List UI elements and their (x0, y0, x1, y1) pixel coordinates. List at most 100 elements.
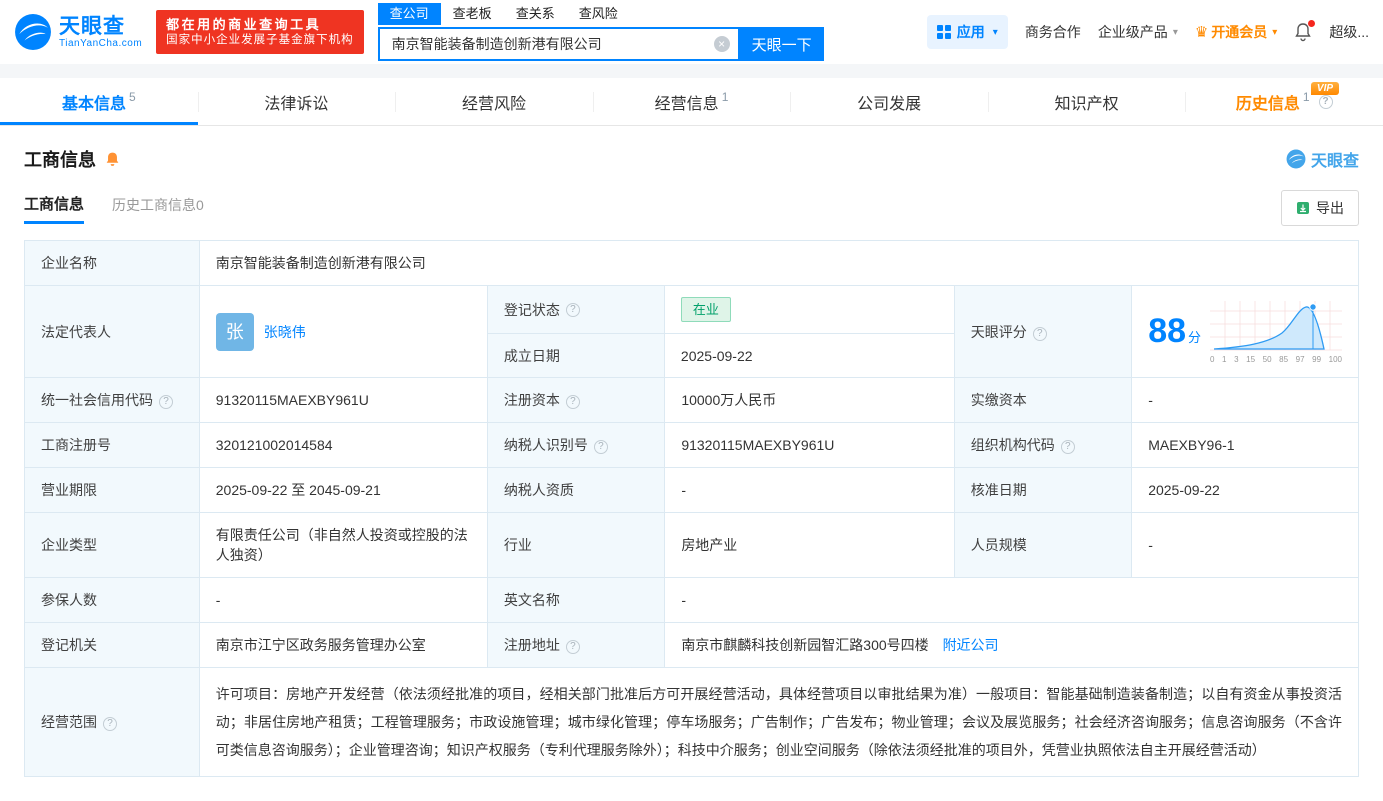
section-title: 工商信息 (24, 150, 96, 170)
label-staff-size: 人员规模 (953, 512, 1133, 578)
apps-label: 应用 (956, 24, 985, 40)
tab-search-boss[interactable]: 查老板 (441, 3, 504, 25)
label-approval-date: 核准日期 (953, 467, 1133, 513)
chevron-down-icon: ▾ (1172, 26, 1178, 38)
table-row: 企业名称 南京智能装备制造创新港有限公司 (24, 240, 1360, 286)
brand-watermark: 天眼查 (1286, 147, 1359, 171)
score-chart-ticks: 0 1 3 15 50 85 97 99 100 (1210, 354, 1342, 364)
slogan-badge: 都在用的商业查询工具 国家中小企业发展子基金旗下机构 (156, 10, 364, 54)
subtab-history-business-info[interactable]: 历史工商信息0 (112, 195, 204, 222)
tab-search-relation[interactable]: 查关系 (504, 3, 567, 25)
label-registration-authority: 登记机关 (24, 622, 200, 668)
table-row: 企业类型 有限责任公司（非自然人投资或控股的法人独资） 行业 房地产业 人员规模… (24, 512, 1359, 578)
search-area: 查公司 查老板 查关系 查风险 × 天眼一下 (377, 3, 824, 61)
help-icon (1032, 326, 1047, 341)
export-icon (1297, 202, 1309, 214)
tab-basic-info[interactable]: 基本信息 5 (0, 78, 198, 125)
tab-search-risk[interactable]: 查风险 (567, 3, 630, 25)
logo-subtitle: TianYanCha.com (59, 37, 143, 49)
tianyancha-logo-icon (15, 14, 51, 50)
value-insured-number: - (198, 577, 488, 623)
label-paid-capital: 实缴资本 (953, 377, 1133, 423)
table-row: 统一社会信用代码 91320115MAEXBY961U 注册资本 10000万人… (24, 377, 1359, 423)
logo-title: 天眼查 (59, 14, 125, 38)
label-company-name: 企业名称 (24, 240, 200, 286)
tab-operation-info[interactable]: 经营信息 1 (592, 78, 791, 125)
label-business-term: 营业期限 (24, 467, 200, 513)
search-button[interactable]: 天眼一下 (739, 27, 824, 61)
business-cooperation-link[interactable]: 商务合作 (1025, 22, 1081, 42)
address-text: 南京市麒麟科技创新园智汇路300号四楼 (681, 637, 929, 653)
tab-history-info[interactable]: VIP 历史信息 1 (1185, 78, 1383, 125)
label-registered-address: 注册地址 (486, 622, 666, 668)
value-registered-capital: 10000万人民币 (664, 377, 955, 423)
label-company-type: 企业类型 (24, 512, 200, 578)
score-value: 88 分 (1148, 312, 1201, 351)
tab-label: 法律诉讼 (264, 95, 329, 113)
score-unit: 分 (1188, 330, 1202, 345)
table-row: 登记机关 南京市江宁区政务服务管理办公室 注册地址 南京市麒麟科技创新园智汇路3… (24, 622, 1359, 668)
value-establish-date: 2025-09-22 (680, 347, 753, 364)
nearby-companies-link[interactable]: 附近公司 (943, 637, 999, 653)
tab-legal-proceedings[interactable]: 法律诉讼 (197, 78, 396, 125)
apps-menu[interactable]: 应用 ▾ (926, 15, 1008, 49)
value-approval-date: 2025-09-22 (1131, 467, 1359, 513)
tab-badge: 1 (721, 89, 729, 104)
label-credit-code: 统一社会信用代码 (24, 377, 200, 423)
label-legal-representative: 法定代表人 (24, 285, 200, 378)
open-vip-label: 开通会员 (1211, 24, 1268, 40)
notification-dot (1308, 20, 1316, 27)
value-company-name: 南京智能装备制造创新港有限公司 (198, 240, 1360, 286)
label-business-scope: 经营范围 (24, 667, 200, 777)
subscribe-bell-icon[interactable] (104, 151, 121, 168)
tab-label: 经营信息 (654, 95, 719, 113)
chevron-down-icon: ▾ (992, 26, 998, 38)
value-staff-size: - (1131, 512, 1359, 578)
export-label: 导出 (1316, 200, 1344, 216)
search-box: × (377, 27, 740, 61)
enterprise-products-link[interactable]: 企业级产品 ▾ (1098, 22, 1178, 42)
clear-icon[interactable]: × (713, 36, 730, 52)
tab-operation-risk[interactable]: 经营风险 (395, 78, 593, 125)
tianyancha-logo-icon (1286, 149, 1306, 169)
label-industry: 行业 (486, 512, 666, 578)
tab-label: 历史信息 (1235, 95, 1300, 113)
value-business-scope: 许可项目：房地产开发经营（依法须经批准的项目，经相关部门批准后方可开展经营活动，… (198, 667, 1360, 777)
value-business-term: 2025-09-22 至 2045-09-21 (198, 467, 488, 513)
tab-badge: 5 (128, 89, 136, 104)
label-registration-status: 登记状态 (487, 286, 665, 334)
avatar[interactable]: 张 (215, 312, 254, 351)
super-vip-link[interactable]: 超级... (1329, 22, 1369, 42)
label-registration-number: 工商注册号 (24, 422, 200, 468)
chevron-down-icon: ▾ (1272, 26, 1278, 38)
legal-rep-link[interactable]: 张晓伟 (264, 322, 306, 342)
notifications-bell[interactable] (1294, 20, 1316, 42)
tab-label: 经营风险 (461, 95, 526, 113)
status-date-cell: 登记状态 在业 成立日期 2025-09-22 (486, 285, 955, 378)
export-button[interactable]: 导出 (1281, 190, 1359, 226)
help-icon (1318, 94, 1333, 109)
tab-company-development[interactable]: 公司发展 (790, 78, 988, 125)
crown-icon: ♛ (1194, 24, 1209, 41)
value-tianyan-score: 88 分 0 1 3 15 50 85 97 99 100 (1131, 285, 1359, 378)
slogan-line2: 国家中小企业发展子基金旗下机构 (166, 34, 354, 46)
main-content: 工商信息 天眼查 工商信息 历史工商信息0 导出 企业名称 南京智能装备制造创新… (0, 146, 1383, 801)
label-org-code: 组织机构代码 (953, 422, 1133, 468)
subtab-business-info[interactable]: 工商信息 (24, 193, 85, 224)
value-taxpayer-id: 91320115MAEXBY961U (664, 422, 955, 468)
search-row: × 天眼一下 (377, 27, 824, 61)
tab-label: 公司发展 (857, 95, 922, 113)
help-icon (593, 440, 608, 454)
header-links: 应用 ▾ 商务合作 企业级产品 ▾ ♛ 开通会员 ▾ 超级... (926, 15, 1369, 49)
value-credit-code: 91320115MAEXBY961U (198, 377, 488, 423)
open-vip-link[interactable]: ♛ 开通会员 ▾ (1195, 22, 1277, 42)
tab-intellectual-property[interactable]: 知识产权 (987, 78, 1186, 125)
tab-search-company[interactable]: 查公司 (377, 3, 441, 25)
tianyancha-logo[interactable]: 天眼查 TianYanCha.com (14, 13, 142, 51)
table-row: 法定代表人 张 张晓伟 登记状态 在业 成立日期 (24, 285, 1359, 378)
search-type-tabs: 查公司 查老板 查关系 查风险 (377, 3, 824, 25)
value-taxpayer-quality: - (664, 467, 955, 513)
apps-grid-icon (936, 25, 951, 39)
label-tianyan-score: 天眼评分 (953, 285, 1133, 378)
search-input[interactable] (379, 36, 738, 52)
